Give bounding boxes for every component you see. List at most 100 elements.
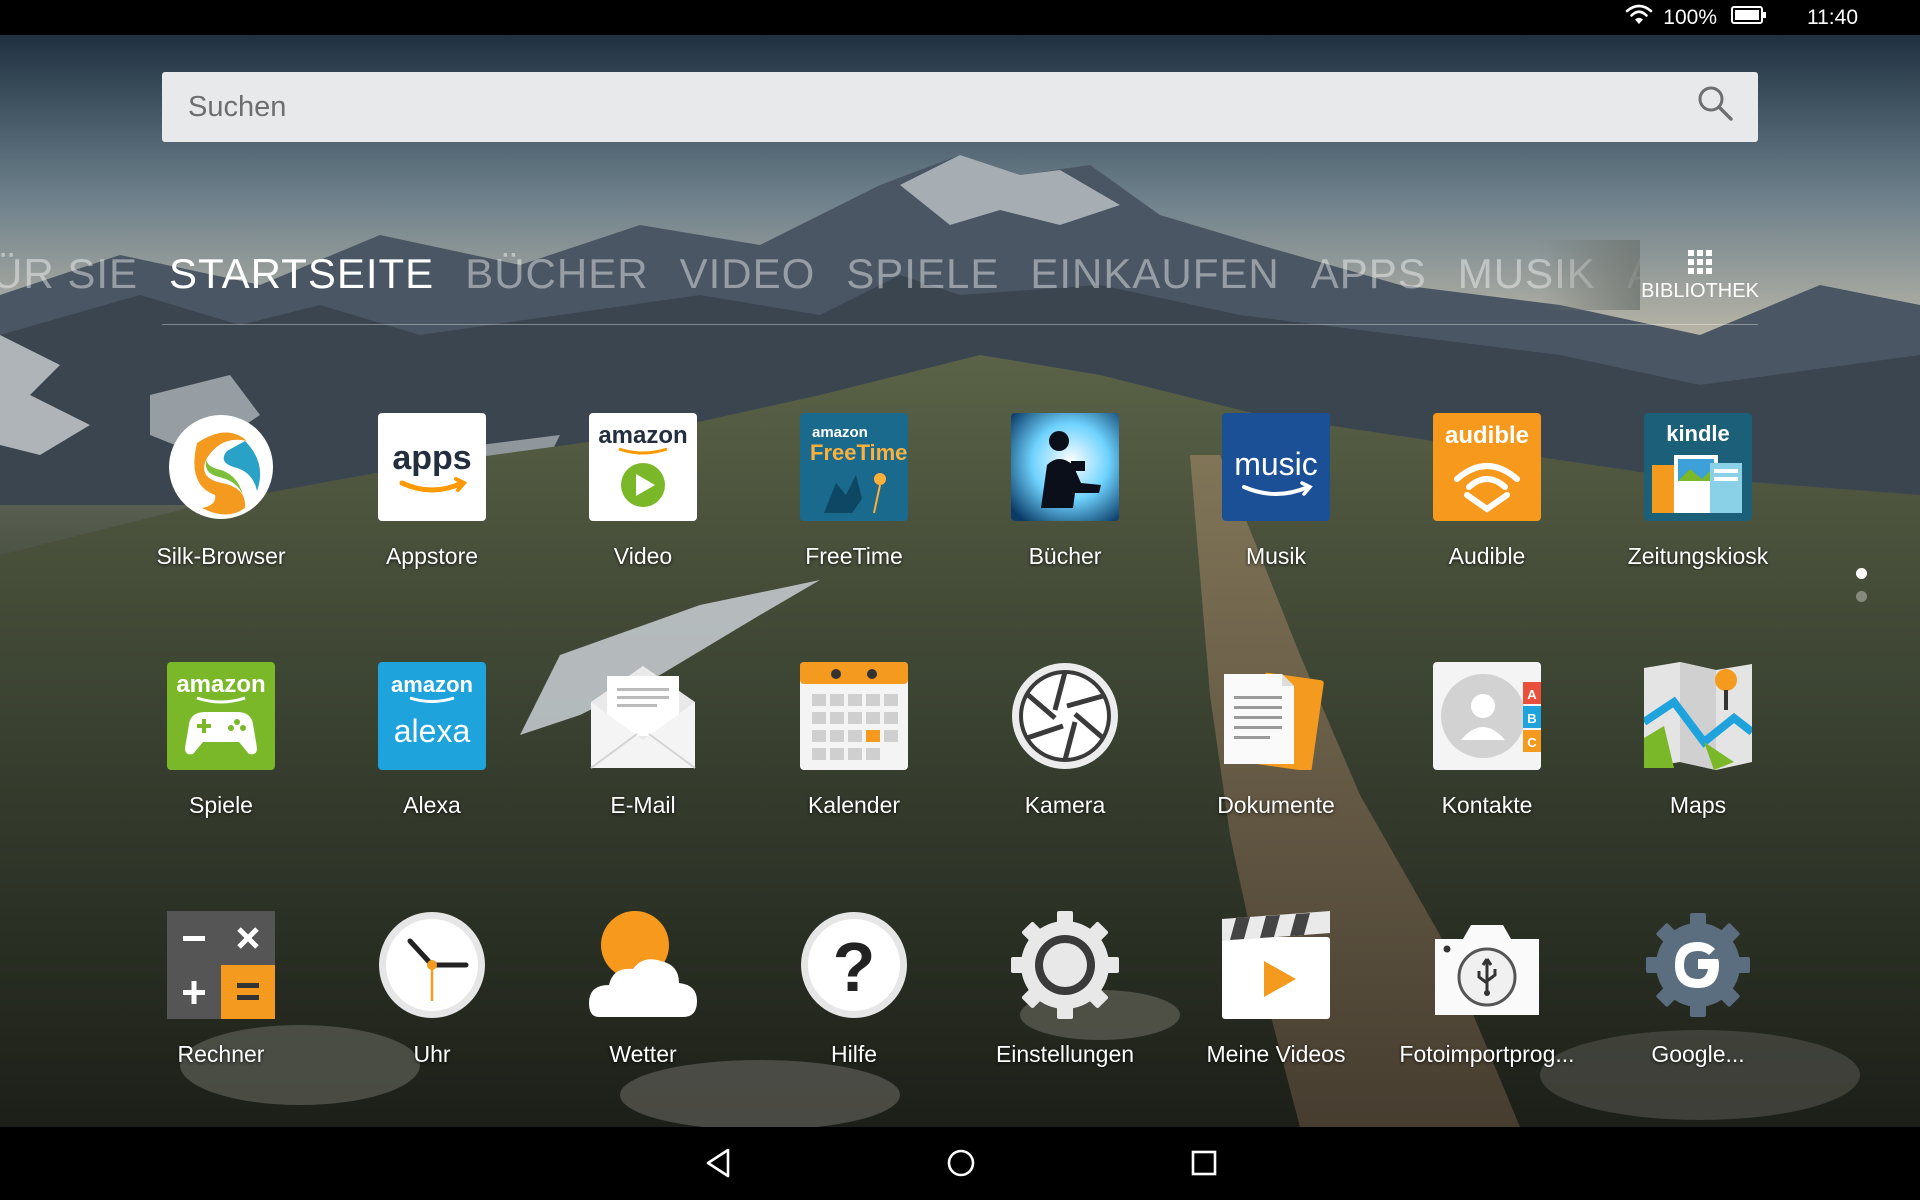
audible-icon-text: audible: [1445, 422, 1529, 449]
amazon-music-icon: music: [1222, 413, 1330, 521]
calculator-icon: [167, 911, 275, 1019]
app-label: Google...: [1651, 1041, 1745, 1067]
tab-spiele[interactable]: SPIELE: [846, 250, 999, 298]
category-tabs: ÜR SIE STARTSEITE BÜCHER VIDEO SPIELE EI…: [0, 240, 1640, 310]
tab-musik[interactable]: MUSIK: [1458, 250, 1596, 298]
app-label: Appstore: [385, 543, 479, 569]
app-alexa[interactable]: amazon alexa Alexa: [332, 662, 532, 819]
contacts-letter-c: C: [1527, 735, 1537, 750]
app-fotoimport[interactable]: Fotoimportprog...: [1387, 911, 1587, 1068]
app-label: Maps: [1669, 792, 1727, 818]
contacts-letter-a: A: [1527, 687, 1537, 702]
appstore-icon-text: apps: [392, 439, 471, 477]
search-input[interactable]: [186, 89, 1590, 125]
app-silk-browser[interactable]: Silk-Browser: [121, 413, 321, 570]
tab-apps[interactable]: APPS: [1311, 250, 1427, 298]
tab-video[interactable]: VIDEO: [680, 250, 816, 298]
app-label: Silk-Browser: [156, 543, 286, 569]
silk-browser-icon: [167, 413, 275, 521]
page-indicator: [1856, 568, 1867, 614]
library-button[interactable]: BIBLIOTHEK: [1630, 250, 1770, 303]
app-zeitungskiosk[interactable]: kindle Zeitungskiosk: [1598, 413, 1798, 570]
app-hilfe[interactable]: ? Hilfe: [754, 911, 954, 1068]
search-icon[interactable]: [1696, 84, 1734, 130]
battery-percent: 100%: [1663, 5, 1717, 29]
app-label: Kontakte: [1441, 792, 1533, 818]
app-spiele[interactable]: amazon Spiele: [121, 662, 321, 819]
app-label: E-Mail: [610, 792, 676, 818]
games-icon-text: amazon: [176, 671, 265, 698]
status-bar: 100% 11:40: [0, 0, 1920, 35]
app-label: Zeitungskiosk: [1627, 543, 1769, 569]
recents-icon[interactable]: [1188, 1147, 1220, 1179]
google-settings-icon: [1644, 911, 1752, 1019]
app-label: Kamera: [1024, 792, 1106, 818]
page-dot[interactable]: [1856, 591, 1867, 602]
tab-fuer-sie[interactable]: ÜR SIE: [0, 250, 138, 298]
grid-icon: [1688, 250, 1712, 274]
back-icon[interactable]: [704, 1147, 736, 1179]
kindle-icon-text: kindle: [1666, 421, 1730, 446]
video-icon-text: amazon: [598, 422, 687, 449]
appstore-icon: apps: [378, 413, 486, 521]
alexa-icon-top: amazon: [391, 672, 473, 697]
app-freetime[interactable]: amazon FreeTime FreeTime: [754, 413, 954, 570]
app-audible[interactable]: audible Audible: [1387, 413, 1587, 570]
navigation-bar: [0, 1127, 1920, 1200]
help-icon: ?: [800, 911, 908, 1019]
search-bar[interactable]: [162, 72, 1758, 142]
tab-buecher[interactable]: BÜCHER: [465, 250, 648, 298]
app-label: Audible: [1448, 543, 1526, 569]
app-label: Musik: [1245, 543, 1307, 569]
home-icon[interactable]: [945, 1147, 977, 1179]
contacts-letter-b: B: [1527, 711, 1536, 726]
app-label: Alexa: [403, 792, 461, 818]
app-maps[interactable]: Maps: [1598, 662, 1798, 819]
app-label: Einstellungen: [995, 1041, 1135, 1067]
app-label: Uhr: [413, 1041, 451, 1067]
app-label: Wetter: [609, 1041, 677, 1067]
tab-startseite[interactable]: STARTSEITE: [169, 250, 434, 298]
app-musik[interactable]: music Musik: [1176, 413, 1376, 570]
contacts-icon: A B C: [1433, 662, 1541, 770]
page-dot-active[interactable]: [1856, 568, 1867, 579]
games-controller-icon: amazon: [167, 662, 275, 770]
app-meine-videos[interactable]: Meine Videos: [1176, 911, 1376, 1068]
app-kontakte[interactable]: A B C Kontakte: [1387, 662, 1587, 819]
app-google[interactable]: Google...: [1598, 911, 1798, 1068]
app-buecher[interactable]: Bücher: [965, 413, 1165, 570]
app-label: Dokumente: [1217, 792, 1335, 818]
app-kalender[interactable]: Kalender: [754, 662, 954, 819]
app-video[interactable]: amazon Video: [543, 413, 743, 570]
app-label: Kalender: [807, 792, 901, 818]
app-dokumente[interactable]: Dokumente: [1176, 662, 1376, 819]
clock-icon: [378, 911, 486, 1019]
app-label: FreeTime: [805, 543, 903, 569]
music-icon-text: music: [1234, 446, 1318, 482]
alexa-icon-text: alexa: [394, 713, 471, 749]
app-label: Hilfe: [830, 1041, 877, 1067]
app-email[interactable]: E-Mail: [543, 662, 743, 819]
app-label: Video: [613, 543, 673, 569]
app-kamera[interactable]: Kamera: [965, 662, 1165, 819]
app-wetter[interactable]: Wetter: [543, 911, 743, 1068]
app-einstellungen[interactable]: Einstellungen: [965, 911, 1165, 1068]
audible-icon: audible: [1433, 413, 1541, 521]
app-label: Fotoimportprog...: [1399, 1041, 1575, 1067]
camera-aperture-icon: [1011, 662, 1119, 770]
library-label: BIBLIOTHEK: [1641, 280, 1759, 302]
app-rechner[interactable]: Rechner: [121, 911, 321, 1068]
app-appstore[interactable]: apps Appstore: [332, 413, 532, 570]
app-label: Rechner: [177, 1041, 265, 1067]
app-uhr[interactable]: Uhr: [332, 911, 532, 1068]
documents-icon: [1222, 662, 1330, 770]
tabs-divider: [162, 324, 1758, 325]
clock: 11:40: [1807, 5, 1858, 29]
freetime-icon-top: amazon: [812, 424, 868, 441]
settings-gear-icon: [1011, 911, 1119, 1019]
kindle-books-icon: [1011, 413, 1119, 521]
tab-einkaufen[interactable]: EINKAUFEN: [1030, 250, 1279, 298]
alexa-icon: amazon alexa: [378, 662, 486, 770]
prime-video-icon: amazon: [589, 413, 697, 521]
app-label: Bücher: [1028, 543, 1102, 569]
